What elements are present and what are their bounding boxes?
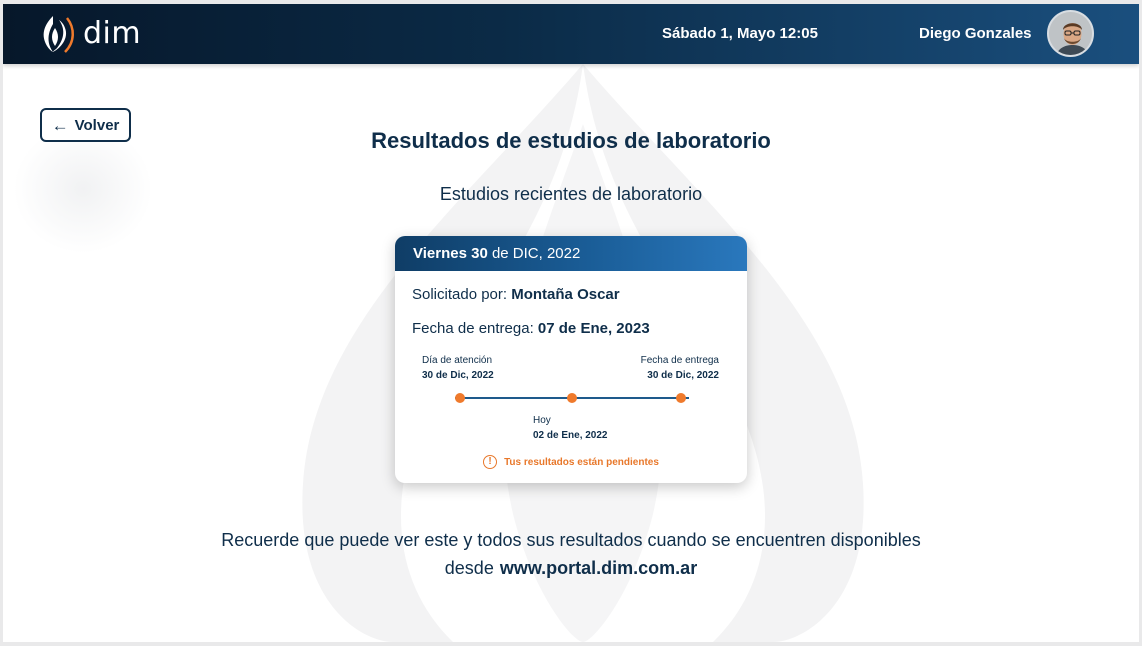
study-card-date: Viernes 30 de DIC, 2022: [395, 236, 747, 271]
requested-by-label: Solicitado por:: [412, 286, 512, 303]
requested-by-value: Montaña Oscar: [511, 286, 620, 303]
timeline-start: Día de atención 30 de Dic, 2022: [422, 353, 494, 383]
page-title: Resultados de estudios de laboratorio: [371, 128, 771, 153]
pending-status: ! Tus resultados están pendientes: [395, 455, 747, 469]
footer-line-1: Recuerde que puede ver este y todos sus …: [221, 530, 921, 550]
dim-logo[interactable]: dim: [39, 12, 141, 56]
study-card-day: Viernes 30: [413, 245, 488, 262]
alert-circle-icon: !: [483, 455, 498, 469]
requested-by-row: Solicitado por: Montaña Oscar: [412, 286, 620, 303]
timeline-start-label: Día de atención: [422, 355, 493, 366]
delivery-date-value: 07 de Ene, 2023: [537, 320, 650, 337]
logo-text: dim: [83, 16, 142, 51]
timeline-today-label: Hoy: [533, 415, 551, 426]
timeline-dot-today: [567, 393, 577, 403]
current-datetime: Sábado 1, Mayo 12:05: [662, 25, 818, 42]
pending-status-text: Tus resultados están pendientes: [504, 456, 659, 468]
delivery-date-label: Fecha de entrega:: [412, 320, 538, 337]
avatar[interactable]: [1047, 10, 1094, 57]
study-card[interactable]: Viernes 30 de DIC, 2022 Solicitado por: …: [395, 236, 747, 483]
timeline-dot-end: [676, 393, 686, 403]
study-card-month-year: de DIC, 2022: [487, 245, 581, 262]
footer-line-2: desde www.portal.dim.com.ar: [3, 554, 1139, 582]
current-time: 12:05: [779, 25, 818, 42]
footer-prefix: desde: [444, 558, 494, 578]
timeline-end: Fecha de entrega 30 de Dic, 2022: [641, 353, 719, 383]
timeline-start-date: 30 de Dic, 2022: [422, 370, 494, 381]
user-avatar-icon: [1049, 12, 1092, 55]
page-subtitle: Estudios recientes de laboratorio: [439, 184, 703, 204]
app-screen: dim Sábado 1, Mayo 12:05 Diego Gonzales …: [3, 4, 1139, 642]
timeline-end-date: 30 de Dic, 2022: [647, 370, 719, 381]
user-name[interactable]: Diego Gonzales: [919, 25, 1032, 42]
flame-logo-icon: [43, 16, 74, 53]
portal-link[interactable]: www.portal.dim.com.ar: [500, 558, 697, 578]
current-date: Sábado 1, Mayo: [662, 25, 780, 42]
footer-message: Recuerde que puede ver este y todos sus …: [3, 526, 1139, 582]
delivery-date-row: Fecha de entrega: 07 de Ene, 2023: [412, 320, 650, 337]
timeline-today-date: 02 de Ene, 2022: [533, 430, 608, 441]
timeline-today: Hoy 02 de Ene, 2022: [533, 413, 608, 443]
timeline-dot-start: [455, 393, 465, 403]
timeline-end-label: Fecha de entrega: [640, 355, 719, 366]
top-bar: dim Sábado 1, Mayo 12:05 Diego Gonzales: [3, 4, 1139, 64]
